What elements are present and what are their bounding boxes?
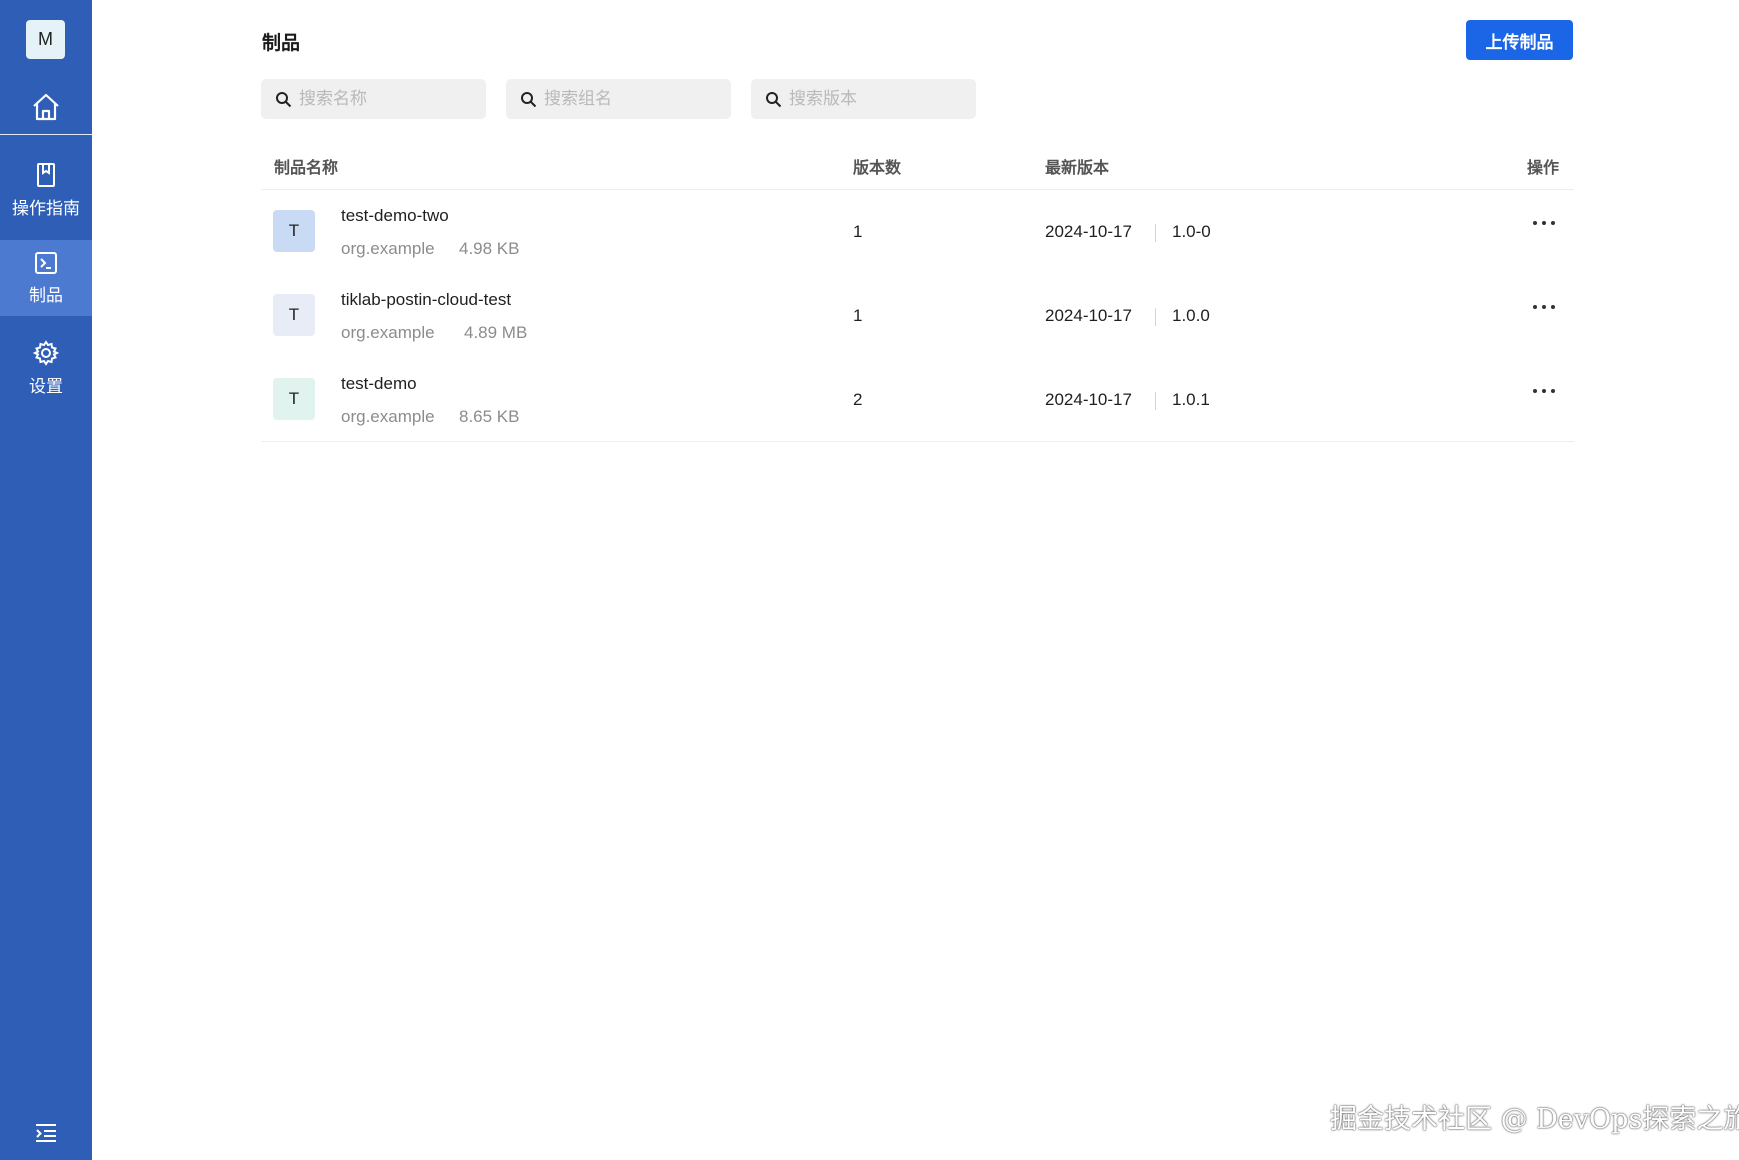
artifact-size: 4.89 MB bbox=[464, 323, 528, 342]
search-name-field[interactable] bbox=[261, 79, 486, 119]
artifact-avatar: T bbox=[273, 210, 315, 252]
artifact-avatar: T bbox=[273, 378, 315, 420]
home-icon bbox=[33, 93, 59, 121]
page-title: 制品 bbox=[262, 33, 301, 54]
sidebar-item-label: 操作指南 bbox=[12, 198, 80, 218]
latest-version: 1.0.0 bbox=[1172, 306, 1210, 325]
artifact-table: 制品名称 版本数 最新版本 操作 T test-demo-two org.exa… bbox=[261, 140, 1574, 442]
search-name-input[interactable] bbox=[299, 89, 479, 109]
artifact-size: 4.98 KB bbox=[459, 239, 520, 258]
sidebar-item-label: 设置 bbox=[29, 376, 63, 396]
version-separator bbox=[1155, 224, 1156, 242]
column-header-name[interactable]: 制品名称 bbox=[274, 154, 338, 178]
upload-artifact-button[interactable]: 上传制品 bbox=[1466, 20, 1573, 60]
artifact-name[interactable]: test-demo bbox=[341, 374, 417, 394]
version-separator bbox=[1155, 392, 1156, 410]
app-logo-letter: M bbox=[38, 29, 53, 49]
table-row[interactable]: T test-demo-two org.example 4.98 KB 1 20… bbox=[261, 190, 1574, 274]
artifact-name[interactable]: tiklab-postin-cloud-test bbox=[341, 290, 511, 310]
latest-version-date: 2024-10-17 bbox=[1045, 222, 1132, 241]
artifact-group: org.example bbox=[341, 239, 435, 258]
artifact-group: org.example bbox=[341, 323, 435, 342]
search-version-field[interactable] bbox=[751, 79, 976, 119]
version-separator bbox=[1155, 308, 1156, 326]
more-icon bbox=[1533, 305, 1555, 309]
menu-collapse-icon bbox=[36, 1124, 56, 1142]
column-header-latest-version[interactable]: 最新版本 bbox=[1045, 154, 1109, 178]
more-actions-button[interactable] bbox=[1527, 376, 1561, 406]
artifact-group: org.example bbox=[341, 407, 435, 426]
more-actions-button[interactable] bbox=[1527, 292, 1561, 322]
version-count: 1 bbox=[853, 222, 863, 241]
column-header-version-count[interactable]: 版本数 bbox=[853, 154, 901, 178]
sidebar-item-label: 制品 bbox=[29, 285, 63, 305]
book-icon bbox=[37, 162, 55, 187]
latest-version-date: 2024-10-17 bbox=[1045, 306, 1132, 325]
column-header-actions: 操作 bbox=[1527, 160, 1560, 177]
sidebar-item-guide[interactable]: 操作指南 bbox=[0, 152, 92, 228]
sidebar: M 操作指南 制品 设置 bbox=[0, 0, 92, 1160]
more-actions-button[interactable] bbox=[1527, 208, 1561, 238]
search-icon bbox=[276, 91, 292, 107]
version-count: 2 bbox=[853, 390, 863, 409]
latest-version-date: 2024-10-17 bbox=[1045, 390, 1132, 409]
sidebar-item-artifacts[interactable]: 制品 bbox=[0, 240, 92, 316]
main-content: 制品 上传制品 制品名称 版本数 最新版本 操作 T test-demo-two… bbox=[92, 0, 1739, 1160]
search-icon bbox=[766, 91, 782, 107]
gear-icon bbox=[33, 339, 59, 366]
artifact-name[interactable]: test-demo-two bbox=[341, 206, 449, 226]
sidebar-item-settings[interactable]: 设置 bbox=[0, 330, 92, 406]
artifact-avatar: T bbox=[273, 294, 315, 336]
search-group-field[interactable] bbox=[506, 79, 731, 119]
latest-version: 1.0-0 bbox=[1172, 222, 1211, 241]
table-row[interactable]: T tiklab-postin-cloud-test org.example 4… bbox=[261, 274, 1574, 358]
artifact-size: 8.65 KB bbox=[459, 407, 520, 426]
home-button[interactable] bbox=[0, 82, 92, 132]
more-icon bbox=[1533, 389, 1555, 393]
search-group-input[interactable] bbox=[544, 89, 724, 109]
collapse-sidebar-button[interactable] bbox=[31, 1118, 61, 1148]
table-row[interactable]: T test-demo org.example 8.65 KB 2 2024-1… bbox=[261, 358, 1574, 442]
search-version-input[interactable] bbox=[789, 89, 969, 109]
version-count: 1 bbox=[853, 306, 863, 325]
sidebar-divider bbox=[0, 134, 92, 135]
latest-version: 1.0.1 bbox=[1172, 390, 1210, 409]
watermark-text: 掘金技术社区 @ DevOps探索之旅 bbox=[1330, 1104, 1739, 1135]
terminal-icon bbox=[35, 251, 57, 274]
search-icon bbox=[521, 91, 537, 107]
app-logo[interactable]: M bbox=[26, 20, 65, 59]
more-icon bbox=[1533, 221, 1555, 225]
table-header: 制品名称 版本数 最新版本 操作 bbox=[261, 140, 1574, 190]
